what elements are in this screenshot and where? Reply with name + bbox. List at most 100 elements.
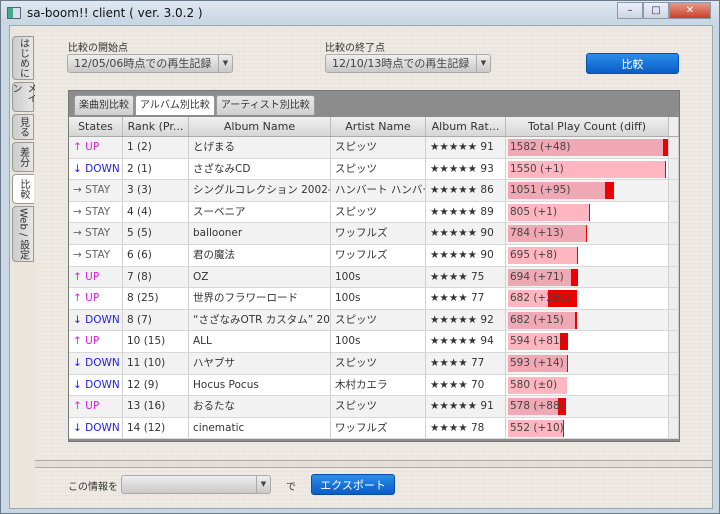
compare-button[interactable]: 比較: [586, 53, 679, 74]
play-count-cell: 695 (+8): [506, 244, 669, 266]
play-count-text: 580 (±0): [510, 378, 558, 391]
table-row[interactable]: ↓ DOWN 14 (12) cinematic ワッフルズ ★★★★ 78 552 (+…: [69, 417, 679, 440]
state-cell: → STAY: [69, 201, 123, 223]
table-row[interactable]: → STAY 4 (4) スーベニア スピッツ ★★★★★ 89 805 (+1): [69, 201, 679, 224]
artist-cell: スピッツ: [331, 137, 426, 158]
rating-cell: ★★★★★ 93: [426, 158, 506, 180]
play-count-text: 805 (+1): [510, 205, 558, 218]
rank-cell: 10 (15): [123, 331, 189, 352]
col-album[interactable]: Album Name: [189, 117, 331, 136]
diff-bar: [604, 182, 615, 200]
export-button[interactable]: エクスポート: [311, 474, 395, 495]
tab-artist-compare[interactable]: アーティスト別比較: [215, 95, 315, 115]
artist-cell: スピッツ: [331, 352, 426, 374]
scrollbar-track[interactable]: [669, 288, 679, 309]
scrollbar-track[interactable]: [669, 396, 679, 417]
table-row[interactable]: ↓ DOWN 12 (9) Hocus Pocus 木村カエラ ★★★★ 70 580 (…: [69, 374, 679, 397]
rating-cell: ★★★★ 78: [426, 417, 506, 439]
scrollbar-track[interactable]: [669, 266, 679, 288]
col-states[interactable]: States: [69, 117, 123, 136]
play-count-cell: 784 (+13): [506, 223, 669, 244]
diff-bar: [585, 225, 588, 243]
scrollbar-track[interactable]: [669, 244, 679, 266]
table-row[interactable]: ↑ UP 13 (16) おるたな スピッツ ★★★★★ 91 578 (+88): [69, 396, 679, 418]
table-row[interactable]: → STAY 5 (5) ballooner ワッフルズ ★★★★★ 90 784 (+1…: [69, 223, 679, 245]
play-count-cell: 1582 (+48): [506, 137, 669, 158]
split-divider[interactable]: [35, 460, 712, 468]
scrollbar-track[interactable]: [669, 201, 679, 223]
scrollbar-track[interactable]: [669, 223, 679, 244]
table-row[interactable]: ↓ DOWN 11 (10) ハヤブサ スピッツ ★★★★ 77 593 (+14): [69, 352, 679, 375]
scrollbar-track[interactable]: [669, 352, 679, 374]
diff-bar: [575, 311, 577, 329]
side-tab-web-settings[interactable]: Web / 設定: [12, 206, 34, 262]
state-cell: ↓ DOWN: [69, 374, 123, 396]
play-count-text: 695 (+8): [510, 248, 558, 261]
rank-cell: 5 (5): [123, 223, 189, 244]
table-row[interactable]: → STAY 6 (6) 君の魔法 ワッフルズ ★★★★★ 90 695 (+8): [69, 244, 679, 267]
rank-cell: 8 (7): [123, 309, 189, 331]
table-row[interactable]: → STAY3 (3)シングルコレクション 2002-2008ハンバート ハンバ…: [69, 180, 679, 202]
play-count-cell: 682 (+291): [506, 288, 669, 309]
maximize-button[interactable]: □: [643, 2, 669, 19]
end-select[interactable]: 12/10/13時点での再生記録 ▼: [325, 54, 491, 73]
start-select[interactable]: 12/05/06時点での再生記録 ▼: [67, 54, 233, 73]
title-bar: sa-boom!! client ( ver. 3.0.2 ): [7, 5, 203, 21]
side-tab-view[interactable]: 見る: [12, 114, 34, 140]
side-tab-main[interactable]: メイン: [10, 82, 36, 112]
play-count-cell: 805 (+1): [506, 201, 669, 223]
tab-song-compare[interactable]: 楽曲別比較: [74, 95, 134, 115]
scrollbar-track[interactable]: [669, 309, 679, 331]
rating-cell: ★★★★ 70: [426, 374, 506, 396]
album-table: States Rank (Pr... Album Name Artist Nam…: [69, 117, 679, 440]
minimize-button[interactable]: –: [617, 2, 643, 19]
side-tab-compare[interactable]: 比較: [12, 174, 34, 204]
play-count-cell: 593 (+14): [506, 352, 669, 374]
table-row[interactable]: ↑ UP 10 (15) ALL 100s ★★★★★ 94 594 (+81): [69, 331, 679, 353]
album-cell: とげまる: [189, 137, 331, 158]
artist-cell: ワッフルズ: [331, 417, 426, 439]
rating-cell: ★★★★★ 90: [426, 244, 506, 266]
album-cell: OZ: [189, 266, 331, 288]
play-count-cell: 1051 (+95): [506, 180, 669, 201]
table-row[interactable]: ↑ UP 8 (25) 世界のフラワーロード 100s ★★★★ 77 682 (+291…: [69, 288, 679, 310]
side-tab-diff[interactable]: 差分: [12, 142, 34, 172]
scrollbar-track[interactable]: [669, 331, 679, 352]
col-rating[interactable]: Album Rat...: [426, 117, 506, 136]
rating-cell: ★★★★ 77: [426, 352, 506, 374]
tab-album-compare[interactable]: アルバム別比較: [135, 95, 215, 115]
rating-cell: ★★★★ 75: [426, 266, 506, 288]
table-row[interactable]: ↓ DOWN 2 (1) さざなみCD スピッツ ★★★★★ 93 1550 (+1): [69, 158, 679, 181]
col-total[interactable]: Total Play Count (diff): [506, 117, 669, 136]
table-header: States Rank (Pr... Album Name Artist Nam…: [69, 117, 679, 137]
artist-cell: 木村カエラ: [331, 374, 426, 396]
side-tabs: はじめに メイン 見る 差分 比較 Web / 設定: [10, 36, 36, 264]
play-count-cell: 694 (+71): [506, 266, 669, 288]
table-row[interactable]: ↑ UP 1 (2) とげまる スピッツ ★★★★★ 91 1582 (+48): [69, 137, 679, 159]
client-area: はじめに メイン 見る 差分 比較 Web / 設定 比較の開始点 12/05/…: [9, 25, 713, 509]
state-cell: ↓ DOWN: [69, 417, 123, 439]
table-row[interactable]: ↑ UP 7 (8) OZ 100s ★★★★ 75 694 (+71): [69, 266, 679, 289]
rating-cell: ★★★★★ 91: [426, 137, 506, 158]
album-cell: おるたな: [189, 396, 331, 417]
scrollbar-track[interactable]: [669, 374, 679, 396]
play-count-cell: 682 (+15): [506, 309, 669, 331]
col-artist[interactable]: Artist Name: [331, 117, 426, 136]
scrollbar-track[interactable]: [669, 180, 679, 201]
export-format-select[interactable]: ▼: [121, 475, 271, 494]
rank-cell: 13 (16): [123, 396, 189, 417]
close-button[interactable]: ✕: [669, 2, 711, 19]
rating-cell: ★★★★★ 90: [426, 223, 506, 244]
table-row[interactable]: ↓ DOWN8 (7)“さざなみOTR カスタム” 2009.スピッツ★★★★★…: [69, 309, 679, 332]
chevron-down-icon: ▼: [218, 55, 232, 72]
state-cell: ↓ DOWN: [69, 309, 123, 331]
col-rank[interactable]: Rank (Pr...: [123, 117, 189, 136]
scrollbar-track[interactable]: [669, 137, 679, 158]
artist-cell: ハンバート ハンバート: [331, 180, 426, 201]
artist-cell: スピッツ: [331, 396, 426, 417]
scrollbar-track[interactable]: [669, 158, 679, 180]
side-tab-intro[interactable]: はじめに: [12, 36, 34, 80]
artist-cell: スピッツ: [331, 309, 426, 331]
export-suffix: で: [286, 482, 296, 493]
scrollbar-track[interactable]: [669, 417, 679, 439]
